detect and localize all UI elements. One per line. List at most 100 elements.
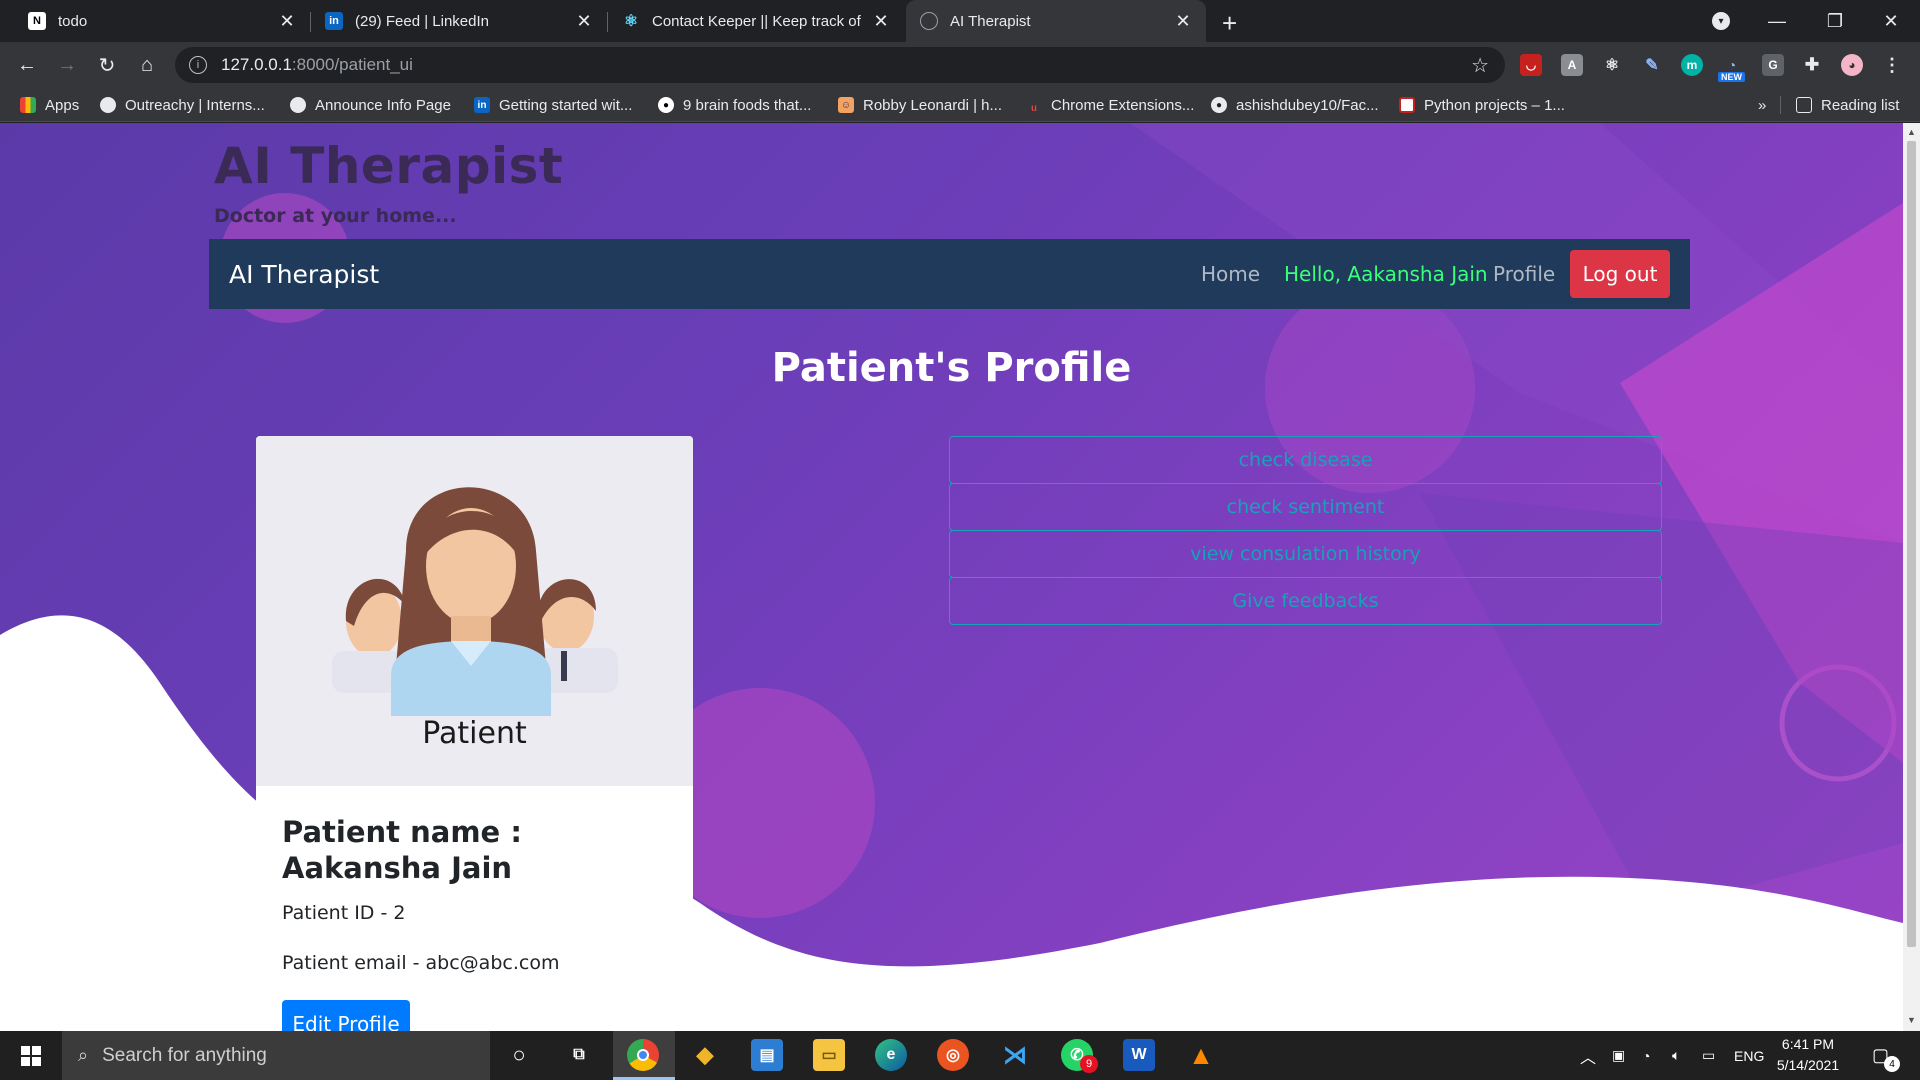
clock[interactable]: 6:41 PM 5/14/2021 <box>1768 1034 1848 1076</box>
tab-ai-therapist[interactable]: AI Therapist ✕ <box>906 0 1206 42</box>
bookmark-chrome-ext[interactable]: ᵤ Chrome Extensions... <box>1026 88 1194 122</box>
m-extension-icon[interactable]: m <box>1681 54 1703 76</box>
volume-icon[interactable]: 🔈︎ <box>1672 1031 1680 1080</box>
windows-taskbar: ⌕ Search for anything ○ ⧉ ◆ ▤ ▭ e ◎ ⋊ ✆ … <box>0 1031 1920 1080</box>
bookmark-github[interactable]: ● ashishdubey10/Fac... <box>1211 88 1379 122</box>
search-icon: ⌕ <box>78 1045 89 1065</box>
bookmark-label: ashishdubey10/Fac... <box>1236 96 1379 114</box>
info-icon[interactable]: i <box>189 56 207 74</box>
minimize-icon[interactable]: — <box>1748 0 1806 42</box>
tab-strip: N todo ✕ in (29) Feed | LinkedIn ✕ ⚛ Con… <box>0 0 1920 42</box>
vlc-icon[interactable]: ▲ <box>1185 1039 1217 1071</box>
check-sentiment-button[interactable]: check sentiment <box>949 483 1662 531</box>
vscode-icon[interactable]: ⋊ <box>999 1039 1031 1071</box>
close-icon[interactable]: ✕ <box>575 11 593 32</box>
nav-profile[interactable]: Profile <box>1493 262 1555 286</box>
bookmark-label: Python projects – 1... <box>1424 96 1565 114</box>
taskbar-search[interactable]: ⌕ Search for anything <box>62 1031 490 1080</box>
language-indicator[interactable]: ENG <box>1734 1031 1764 1080</box>
url-path: :8000/patient_ui <box>291 55 413 74</box>
navbar: AI Therapist Home Hello, Aakansha Jain P… <box>209 239 1690 309</box>
page-scrollbar[interactable]: ▲ ▼ <box>1903 123 1920 1031</box>
react-devtools-extension-icon[interactable]: ⚛ <box>1601 54 1623 76</box>
git-kraken-icon[interactable]: ◆ <box>689 1039 721 1071</box>
globe-icon <box>100 97 116 113</box>
reload-icon[interactable]: ↻ <box>92 50 122 80</box>
cortana-icon[interactable]: ○ <box>503 1039 535 1071</box>
word-icon[interactable]: W <box>1123 1039 1155 1071</box>
bookmarks-overflow[interactable]: » <box>1758 88 1766 122</box>
tab-title: Contact Keeper || Keep track of y <box>652 12 864 30</box>
bookmarks-divider <box>1780 96 1781 114</box>
new-tab-button[interactable]: + <box>1222 8 1237 39</box>
forward-icon[interactable]: → <box>52 50 82 80</box>
patient-image: Patient <box>256 436 693 786</box>
pocket-extension-icon[interactable]: ◡ <box>1520 54 1542 76</box>
bookmark-apps[interactable]: Apps <box>20 88 79 122</box>
puzzle-extensions-icon[interactable]: ✚ <box>1801 54 1823 76</box>
bookmark-label: 9 brain foods that... <box>683 96 812 114</box>
tab-linkedin[interactable]: in (29) Feed | LinkedIn ✕ <box>311 0 607 42</box>
scroll-up-icon[interactable]: ▲ <box>1907 127 1916 137</box>
bookmark-label: Apps <box>45 96 80 114</box>
slides-icon <box>1399 97 1415 113</box>
linkedin-icon: in <box>325 12 343 30</box>
edge-icon[interactable]: e <box>875 1039 907 1071</box>
profile-avatar-icon[interactable]: ◕ <box>1841 54 1863 76</box>
translate-extension-icon[interactable]: A <box>1561 54 1583 76</box>
bookmark-label: Announce Info Page <box>315 96 451 114</box>
taskbar-search-placeholder: Search for anything <box>102 1044 267 1066</box>
site-title: AI Therapist <box>214 137 564 195</box>
file-explorer-icon[interactable]: ▭ <box>813 1039 845 1071</box>
bookmark-python[interactable]: Python projects – 1... <box>1399 88 1565 122</box>
pen-extension-icon[interactable]: ✎ <box>1641 54 1663 76</box>
view-consultation-history-button[interactable]: view consulation history <box>949 530 1662 578</box>
check-disease-button[interactable]: check disease <box>949 436 1662 484</box>
scroll-down-icon[interactable]: ▼ <box>1907 1015 1916 1025</box>
task-view-icon[interactable]: ⧉ <box>563 1039 595 1071</box>
bookmark-star-icon[interactable]: ☆ <box>1471 53 1489 78</box>
bookmark-announce[interactable]: Announce Info Page <box>290 88 451 122</box>
network-icon[interactable]: ◔ <box>1642 1031 1650 1080</box>
notifications-icon[interactable]: ▢ <box>1872 1031 1889 1080</box>
menu-kebab-icon[interactable]: ⋮ <box>1881 54 1903 76</box>
tab-todo[interactable]: N todo ✕ <box>14 0 310 42</box>
home-icon[interactable]: ⌂ <box>132 50 162 80</box>
restore-icon[interactable]: ❐ <box>1806 0 1864 42</box>
tray-overflow-icon[interactable]: ︿ <box>1580 1031 1596 1080</box>
tab-search-icon[interactable]: ▾ <box>1712 12 1730 30</box>
store-icon[interactable]: ▤ <box>751 1039 783 1071</box>
bookmark-robby[interactable]: ☺ Robby Leonardi | h... <box>838 88 1002 122</box>
close-icon[interactable]: ✕ <box>872 11 890 32</box>
logout-button[interactable]: Log out <box>1570 250 1670 298</box>
close-icon[interactable]: ✕ <box>1174 11 1192 32</box>
give-feedbacks-button[interactable]: Give feedbacks <box>949 577 1662 625</box>
g-extension-icon[interactable]: G <box>1762 54 1784 76</box>
bookmark-getting-started[interactable]: in Getting started wit... <box>474 88 632 122</box>
bookmark-brain-foods[interactable]: ● 9 brain foods that... <box>658 88 811 122</box>
apps-grid-icon <box>20 97 36 113</box>
nav-home[interactable]: Home <box>1201 262 1260 286</box>
tab-contact-keeper[interactable]: ⚛ Contact Keeper || Keep track of y ✕ <box>608 0 904 42</box>
github-icon: ● <box>1211 97 1227 113</box>
patients-illustration-icon <box>332 487 618 716</box>
battery-icon[interactable]: ▭ <box>1702 1031 1715 1080</box>
reading-list[interactable]: Reading list <box>1796 88 1899 122</box>
bookmark-outreachy[interactable]: Outreachy | Interns... <box>100 88 265 122</box>
address-bar[interactable]: i 127.0.0.1:8000/patient_ui ☆ <box>175 47 1505 83</box>
scrollbar-thumb[interactable] <box>1907 141 1916 947</box>
back-icon[interactable]: ← <box>12 50 42 80</box>
site-subtitle: Doctor at your home... <box>214 205 457 227</box>
linkedin-icon: in <box>474 97 490 113</box>
navbar-brand[interactable]: AI Therapist <box>229 260 379 289</box>
ubuntu-icon[interactable]: ◎ <box>937 1039 969 1071</box>
edit-profile-button[interactable]: Edit Profile <box>282 1000 410 1031</box>
start-button[interactable] <box>0 1031 62 1080</box>
chrome-icon[interactable] <box>627 1039 659 1071</box>
patient-name: Patient name : Aakansha Jain <box>282 815 522 885</box>
globe-icon <box>920 12 938 30</box>
close-icon[interactable]: ✕ <box>278 11 296 32</box>
meet-now-icon[interactable]: ▣ <box>1612 1031 1625 1080</box>
window-close-icon[interactable]: ✕ <box>1862 0 1920 42</box>
bookmark-label: Robby Leonardi | h... <box>863 96 1002 114</box>
